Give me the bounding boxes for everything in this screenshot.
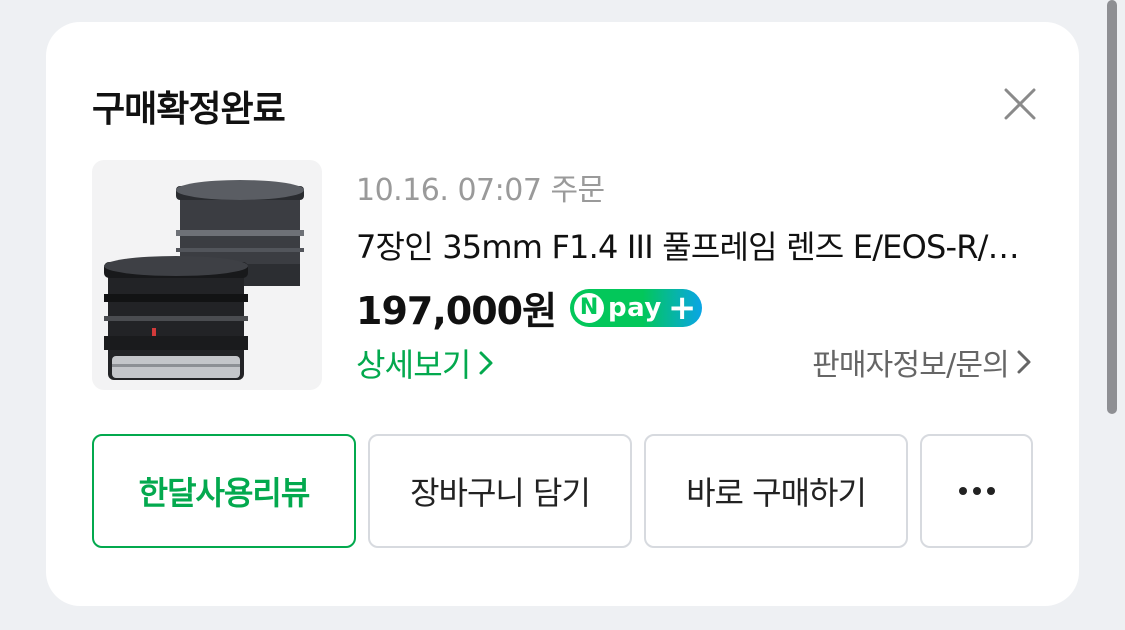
buy-now-button[interactable]: 바로 구매하기 — [644, 434, 908, 548]
dialog-title: 구매확정완료 — [92, 89, 286, 130]
price-row: 197,000원 N pay + — [356, 280, 703, 335]
buy-now-label: 바로 구매하기 — [686, 474, 867, 512]
product-price: 197,000원 — [356, 289, 557, 333]
close-button[interactable] — [1000, 84, 1040, 124]
product-image[interactable] — [92, 160, 322, 390]
add-to-cart-label: 장바구니 담기 — [410, 474, 591, 512]
seller-info-link[interactable]: 판매자정보/문의 — [812, 340, 1033, 384]
more-horizontal-icon — [958, 487, 995, 495]
monthly-review-button[interactable]: 한달사용리뷰 — [92, 434, 356, 548]
chevron-right-icon — [479, 351, 493, 375]
product-name[interactable]: 7장인 35mm F1.4 III 풀프레임 렌즈 E/EOS-R/RF/Z — [356, 222, 1036, 268]
chevron-right-icon — [1017, 350, 1031, 374]
plus-icon: + — [667, 287, 697, 328]
close-icon — [1004, 88, 1036, 120]
npay-label: pay — [608, 292, 662, 323]
scrollbar[interactable] — [1107, 0, 1117, 414]
order-date: 10.16. 07:07 주문 — [356, 173, 605, 208]
add-to-cart-button[interactable]: 장바구니 담기 — [368, 434, 632, 548]
purchase-confirmed-card: 구매확정완료 10.16. 07:07 주문 7장인 35mm F1.4 III… — [46, 22, 1079, 606]
more-options-button[interactable] — [920, 434, 1033, 548]
npay-plus-badge: N pay + — [570, 287, 703, 328]
seller-info-label: 판매자정보/문의 — [812, 348, 1010, 383]
camera-lens-image — [104, 180, 304, 380]
monthly-review-label: 한달사용리뷰 — [138, 474, 311, 512]
view-details-label: 상세보기 — [356, 346, 471, 384]
naver-n-icon: N — [574, 292, 605, 323]
view-details-link[interactable]: 상세보기 — [356, 340, 495, 386]
